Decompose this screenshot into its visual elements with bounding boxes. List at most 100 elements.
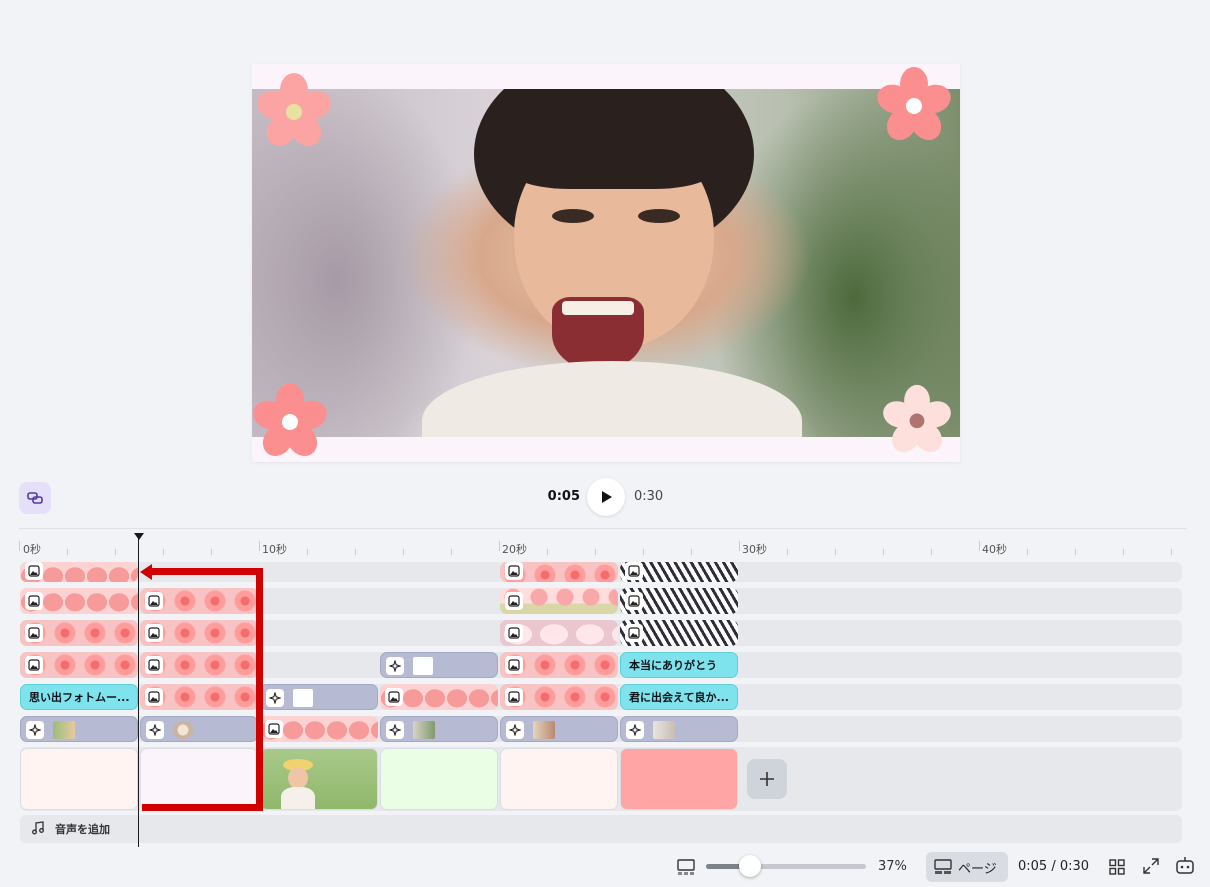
- image-icon: [625, 562, 643, 580]
- ruler-tick: [1171, 549, 1172, 555]
- text-clip-glad[interactable]: 君に出会えて良か...: [620, 684, 738, 710]
- clip-bunny-pattern[interactable]: [20, 562, 138, 582]
- design-canvas[interactable]: [252, 64, 960, 462]
- clip-flower-pattern[interactable]: [140, 588, 258, 614]
- link-pages-button[interactable]: [19, 482, 51, 514]
- clip-element[interactable]: [380, 652, 498, 678]
- grid-icon[interactable]: [1108, 858, 1126, 876]
- text-clip-memories[interactable]: 思い出フォトムー...: [20, 684, 138, 710]
- clip-flower-pattern[interactable]: [140, 620, 258, 646]
- fullscreen-icon[interactable]: [1142, 857, 1160, 875]
- photo-eye-right: [638, 209, 680, 223]
- clip-thumbnail: [173, 721, 193, 739]
- text-clip-label: 君に出会えて良か...: [629, 691, 729, 704]
- text-clip-label: 思い出フォトムー...: [29, 691, 130, 704]
- ruler-tick: [259, 541, 260, 551]
- photo-eye-left: [552, 209, 594, 223]
- ruler-tick: [307, 549, 308, 555]
- image-icon: [265, 720, 283, 738]
- flower-decoration-bottom-right[interactable]: [882, 384, 952, 454]
- image-icon: [145, 624, 163, 642]
- flower-decoration-bottom-left[interactable]: [252, 382, 328, 458]
- clip-heart-pattern[interactable]: [620, 562, 738, 582]
- page-view-icon: [934, 859, 952, 874]
- add-page-button[interactable]: [747, 759, 787, 799]
- playhead-handle[interactable]: [134, 533, 144, 540]
- photo-teeth: [562, 301, 634, 315]
- ruler-tick: [115, 549, 116, 555]
- image-icon: [505, 688, 523, 706]
- clip-bunny-pattern[interactable]: [380, 684, 498, 710]
- flower-decoration-top-right[interactable]: [876, 66, 952, 142]
- page-view-button[interactable]: ページ: [926, 852, 1008, 882]
- play-button[interactable]: [587, 478, 625, 516]
- image-icon: [505, 592, 523, 610]
- page-thumbnail-3[interactable]: [260, 748, 378, 810]
- clip-flower-pattern[interactable]: [140, 684, 258, 710]
- ruler-tick: [835, 549, 836, 555]
- clip-flower-pattern[interactable]: [500, 684, 618, 710]
- sparkle-icon: [506, 721, 524, 739]
- photo-sweater: [422, 361, 802, 437]
- clip-flower-pattern[interactable]: [20, 652, 138, 678]
- image-icon: [505, 562, 523, 580]
- clip-element[interactable]: [620, 716, 738, 742]
- text-clip-thanks[interactable]: 本当にありがとう: [620, 652, 738, 678]
- clip-element[interactable]: [260, 684, 378, 710]
- sparkle-icon: [386, 657, 404, 675]
- ruler-tick: [595, 549, 596, 555]
- annotation-line-vertical: [256, 568, 263, 811]
- zoom-slider-handle[interactable]: [739, 855, 761, 877]
- image-icon: [25, 562, 43, 580]
- ruler-label-40: 40秒: [982, 543, 1007, 556]
- ruler-label-0: 0秒: [23, 543, 41, 556]
- ruler-tick: [1123, 549, 1124, 555]
- ruler-label-30: 30秒: [742, 543, 767, 556]
- page-thumbnail-5[interactable]: [500, 748, 618, 810]
- child-photo[interactable]: [252, 89, 960, 437]
- clip-flower-pattern[interactable]: [140, 652, 258, 678]
- clip-cloud-pattern[interactable]: [500, 620, 618, 646]
- page-thumbnail-2[interactable]: [140, 748, 258, 810]
- clip-flower-pattern[interactable]: [500, 652, 618, 678]
- image-icon: [145, 688, 163, 706]
- clip-flower-pattern[interactable]: [500, 562, 618, 582]
- time-readout: 0:05 / 0:30: [1018, 859, 1090, 874]
- clip-thumbnail: [653, 721, 675, 739]
- assistant-icon[interactable]: [1174, 855, 1196, 877]
- ruler-tick: [499, 541, 500, 551]
- clip-bunny-pattern[interactable]: [20, 588, 138, 614]
- ruler-tick: [355, 549, 356, 555]
- ruler-label-10: 10秒: [262, 543, 287, 556]
- page-thumbnail-6[interactable]: [620, 748, 738, 810]
- annotation-line-top: [148, 568, 263, 575]
- flower-decoration-top-left[interactable]: [256, 72, 332, 148]
- page-thumbnail-1[interactable]: [20, 748, 138, 810]
- playhead[interactable]: [138, 537, 139, 847]
- image-icon: [25, 656, 43, 674]
- plus-icon: [760, 772, 774, 786]
- ruler-tick: [979, 541, 980, 551]
- page-thumbnail-4[interactable]: [380, 748, 498, 810]
- image-icon: [145, 656, 163, 674]
- clip-bunny-pattern[interactable]: [260, 716, 378, 742]
- clip-tulip-pattern[interactable]: [500, 588, 618, 614]
- clip-element[interactable]: [380, 716, 498, 742]
- clip-element[interactable]: [500, 716, 618, 742]
- clip-heart-pattern[interactable]: [620, 620, 738, 646]
- ruler-tick: [67, 549, 68, 555]
- music-note-icon: [32, 821, 44, 835]
- ruler-tick: [403, 549, 404, 555]
- clip-flower-pattern[interactable]: [20, 620, 138, 646]
- clip-element[interactable]: [140, 716, 258, 742]
- text-clip-label: 本当にありがとう: [629, 659, 717, 672]
- ruler-tick: [739, 541, 740, 551]
- clip-heart-pattern[interactable]: [620, 588, 738, 614]
- add-audio-track[interactable]: [20, 815, 1182, 843]
- layout-icon[interactable]: [676, 857, 696, 877]
- clip-thumbnail: [293, 689, 313, 707]
- image-icon: [505, 624, 523, 642]
- image-icon: [625, 592, 643, 610]
- page-thumb-face: [288, 767, 308, 789]
- clip-element[interactable]: [20, 716, 138, 742]
